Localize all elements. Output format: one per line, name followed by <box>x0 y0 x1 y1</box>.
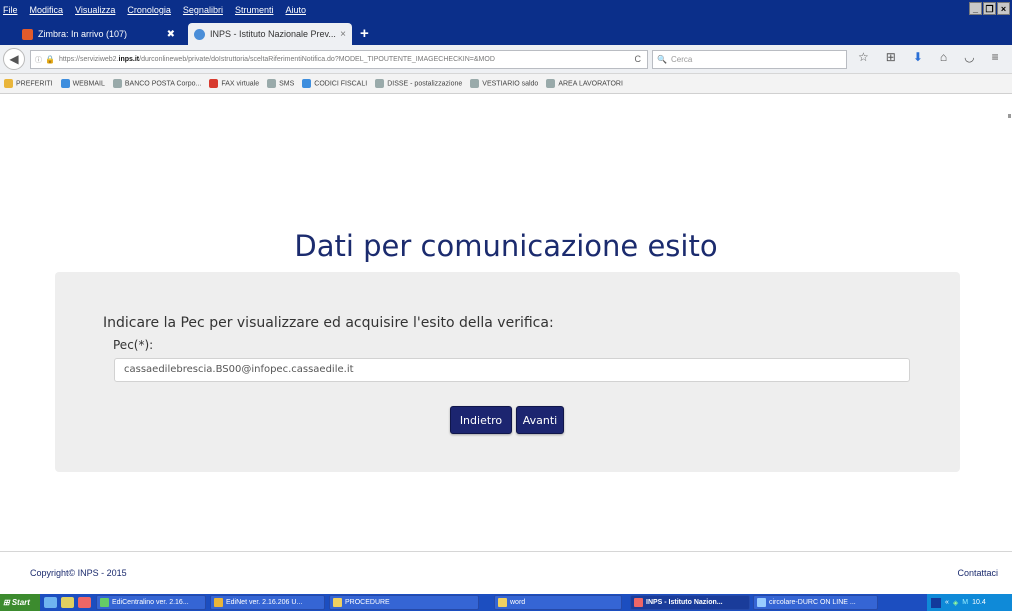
globe-icon <box>375 79 385 88</box>
firefox-icon <box>634 598 643 607</box>
taskbar-item[interactable]: circolare-DURC ON LINE ... <box>753 595 878 610</box>
tab-label: Zimbra: In arrivo (107) <box>38 29 128 39</box>
bookmark-item[interactable]: FAX virtuale <box>209 79 259 88</box>
zimbra-icon <box>22 28 33 40</box>
close-icon[interactable]: ✖ <box>167 29 175 40</box>
url-prefix: https://serviziweb2. <box>58 56 119 63</box>
bookmark-item[interactable]: AREA LAVORATORI <box>546 79 623 88</box>
bookmark-item[interactable]: BANCO POSTA Corpo... <box>112 79 201 88</box>
document-icon <box>302 79 312 88</box>
menu-visualizza[interactable]: Visualizza <box>75 5 115 15</box>
folder-icon <box>4 79 13 88</box>
document-icon <box>757 598 766 607</box>
search-icon: 🔍 <box>657 55 667 64</box>
page-title: Dati per comunicazione esito <box>294 229 718 263</box>
contact-link[interactable]: Contattaci <box>957 568 998 578</box>
clock: 10.4 <box>972 599 986 606</box>
form-instruction: Indicare la Pec per visualizzare ed acqu… <box>103 315 554 331</box>
menu-file[interactable]: File <box>3 5 18 15</box>
back-arrow-icon[interactable]: ◀ <box>3 48 25 70</box>
scrollbar-marker <box>1008 114 1011 118</box>
quicklaunch-icon[interactable] <box>61 597 74 608</box>
bookmark-star-icon[interactable]: ☆ <box>858 50 869 64</box>
tray-expand-icon[interactable]: « <box>945 599 949 606</box>
bookmark-item[interactable]: DISSE - postalizzazione <box>375 79 462 88</box>
start-button[interactable]: ⊞ Start <box>0 594 40 611</box>
info-icon[interactable]: ⓘ <box>35 55 42 65</box>
close-window-icon[interactable]: × <box>997 2 1010 15</box>
windows-logo-icon: ⊞ <box>3 598 10 607</box>
download-icon[interactable]: ⬇ <box>913 50 923 64</box>
minimize-icon[interactable]: _ <box>969 2 982 15</box>
bookmark-item[interactable]: SMS <box>267 79 294 88</box>
menu-cronologia[interactable]: Cronologia <box>127 5 171 15</box>
quicklaunch-icon[interactable] <box>78 597 91 608</box>
taskbar-item[interactable]: EdiNet ver. 2.16.206 U... <box>210 595 325 610</box>
system-tray: « ◈ M 10.4 <box>927 594 1012 611</box>
menu-strumenti[interactable]: Strumenti <box>235 5 274 15</box>
next-button[interactable]: Avanti <box>516 406 564 434</box>
reload-icon[interactable]: C <box>635 54 642 64</box>
form-panel: Indicare la Pec per visualizzare ed acqu… <box>55 272 960 472</box>
menu-hamburger-icon[interactable]: ≡ <box>992 50 999 64</box>
app-icon <box>214 598 223 607</box>
url-domain: inps.it <box>118 56 140 63</box>
menu-segnalibri[interactable]: Segnalibri <box>183 5 223 15</box>
pec-field[interactable]: cassaedilebrescia.BS00@infopec.cassaedil… <box>114 358 910 382</box>
bookmark-item[interactable]: VESTIARIO saldo <box>470 79 538 88</box>
tab-inps[interactable]: INPS - Istituto Nazionale Prev... × <box>188 23 352 45</box>
folder-icon <box>498 598 507 607</box>
globe-icon <box>546 79 556 88</box>
taskbar-item[interactable]: PROCEDURE <box>329 595 479 610</box>
copyright-text: Copyright© INPS - 2015 <box>30 568 127 578</box>
new-tab-icon[interactable]: + <box>360 25 369 42</box>
taskbar-item[interactable]: EdiCentralino ver. 2.16... <box>96 595 206 610</box>
page-content: Dati per comunicazione esito Indicare la… <box>0 94 1012 594</box>
quicklaunch-icon[interactable] <box>44 597 57 608</box>
globe-icon <box>470 79 480 88</box>
pec-label: Pec(*): <box>113 338 154 352</box>
menu-aiuto[interactable]: Aiuto <box>285 5 306 15</box>
search-placeholder: Cerca <box>670 55 693 64</box>
taskbar-item-active[interactable]: INPS - Istituto Nazion... <box>630 595 750 610</box>
search-input[interactable]: 🔍 Cerca <box>652 50 847 69</box>
close-icon[interactable]: × <box>340 29 346 40</box>
globe-icon <box>267 79 277 88</box>
bookmark-item[interactable]: WEBMAIL <box>60 79 105 88</box>
pocket-icon[interactable]: ◡ <box>964 50 974 64</box>
tray-app-icon[interactable] <box>931 597 941 608</box>
fax-icon <box>209 79 219 88</box>
folder-icon <box>333 598 342 607</box>
menu-modifica[interactable]: Modifica <box>30 5 64 15</box>
reading-list-icon[interactable]: ⊞ <box>886 50 896 64</box>
taskbar: ⊞ Start EdiCentralino ver. 2.16... EdiNe… <box>0 594 1012 611</box>
lock-icon: 🔒 <box>45 55 55 64</box>
bookmark-item[interactable]: CODICI FISCALI <box>302 79 367 88</box>
menu-bar: File Modifica Visualizza Cronologia Segn… <box>0 0 1012 19</box>
tab-label: INPS - Istituto Nazionale Prev... <box>210 29 336 39</box>
restore-icon[interactable]: ❐ <box>983 2 996 15</box>
toolbar-icons: ☆ ⊞ ⬇ ⌂ ◡ ≡ <box>858 50 999 64</box>
bookmarks-bar: PREFERITI WEBMAIL BANCO POSTA Corpo... F… <box>0 74 1012 94</box>
taskbar-item[interactable]: word <box>494 595 622 610</box>
tray-messenger-icon[interactable]: M <box>962 599 968 606</box>
tab-strip: Zimbra: In arrivo (107) ✖ INPS - Istitut… <box>0 19 1012 45</box>
tray-network-icon[interactable]: ◈ <box>953 599 958 607</box>
webmail-icon <box>60 79 70 88</box>
url-bar[interactable]: ⓘ 🔒 https://serviziweb2. inps.it/durconli… <box>30 50 648 69</box>
window-controls: _ ❐ × <box>969 2 1010 15</box>
inps-icon <box>194 28 205 40</box>
back-button[interactable]: Indietro <box>450 406 512 434</box>
app-icon <box>100 598 109 607</box>
bookmark-item[interactable]: PREFERITI <box>4 79 53 88</box>
footer: Copyright© INPS - 2015 Contattaci <box>0 551 1012 594</box>
globe-icon <box>112 79 122 88</box>
url-rest: /durconlineweb/private/doIstruttoria/sce… <box>139 56 495 63</box>
home-icon[interactable]: ⌂ <box>940 50 947 64</box>
nav-bar: ◀ ⓘ 🔒 https://serviziweb2. inps.it/durcon… <box>0 45 1012 74</box>
tab-zimbra[interactable]: Zimbra: In arrivo (107) ✖ <box>16 23 181 45</box>
